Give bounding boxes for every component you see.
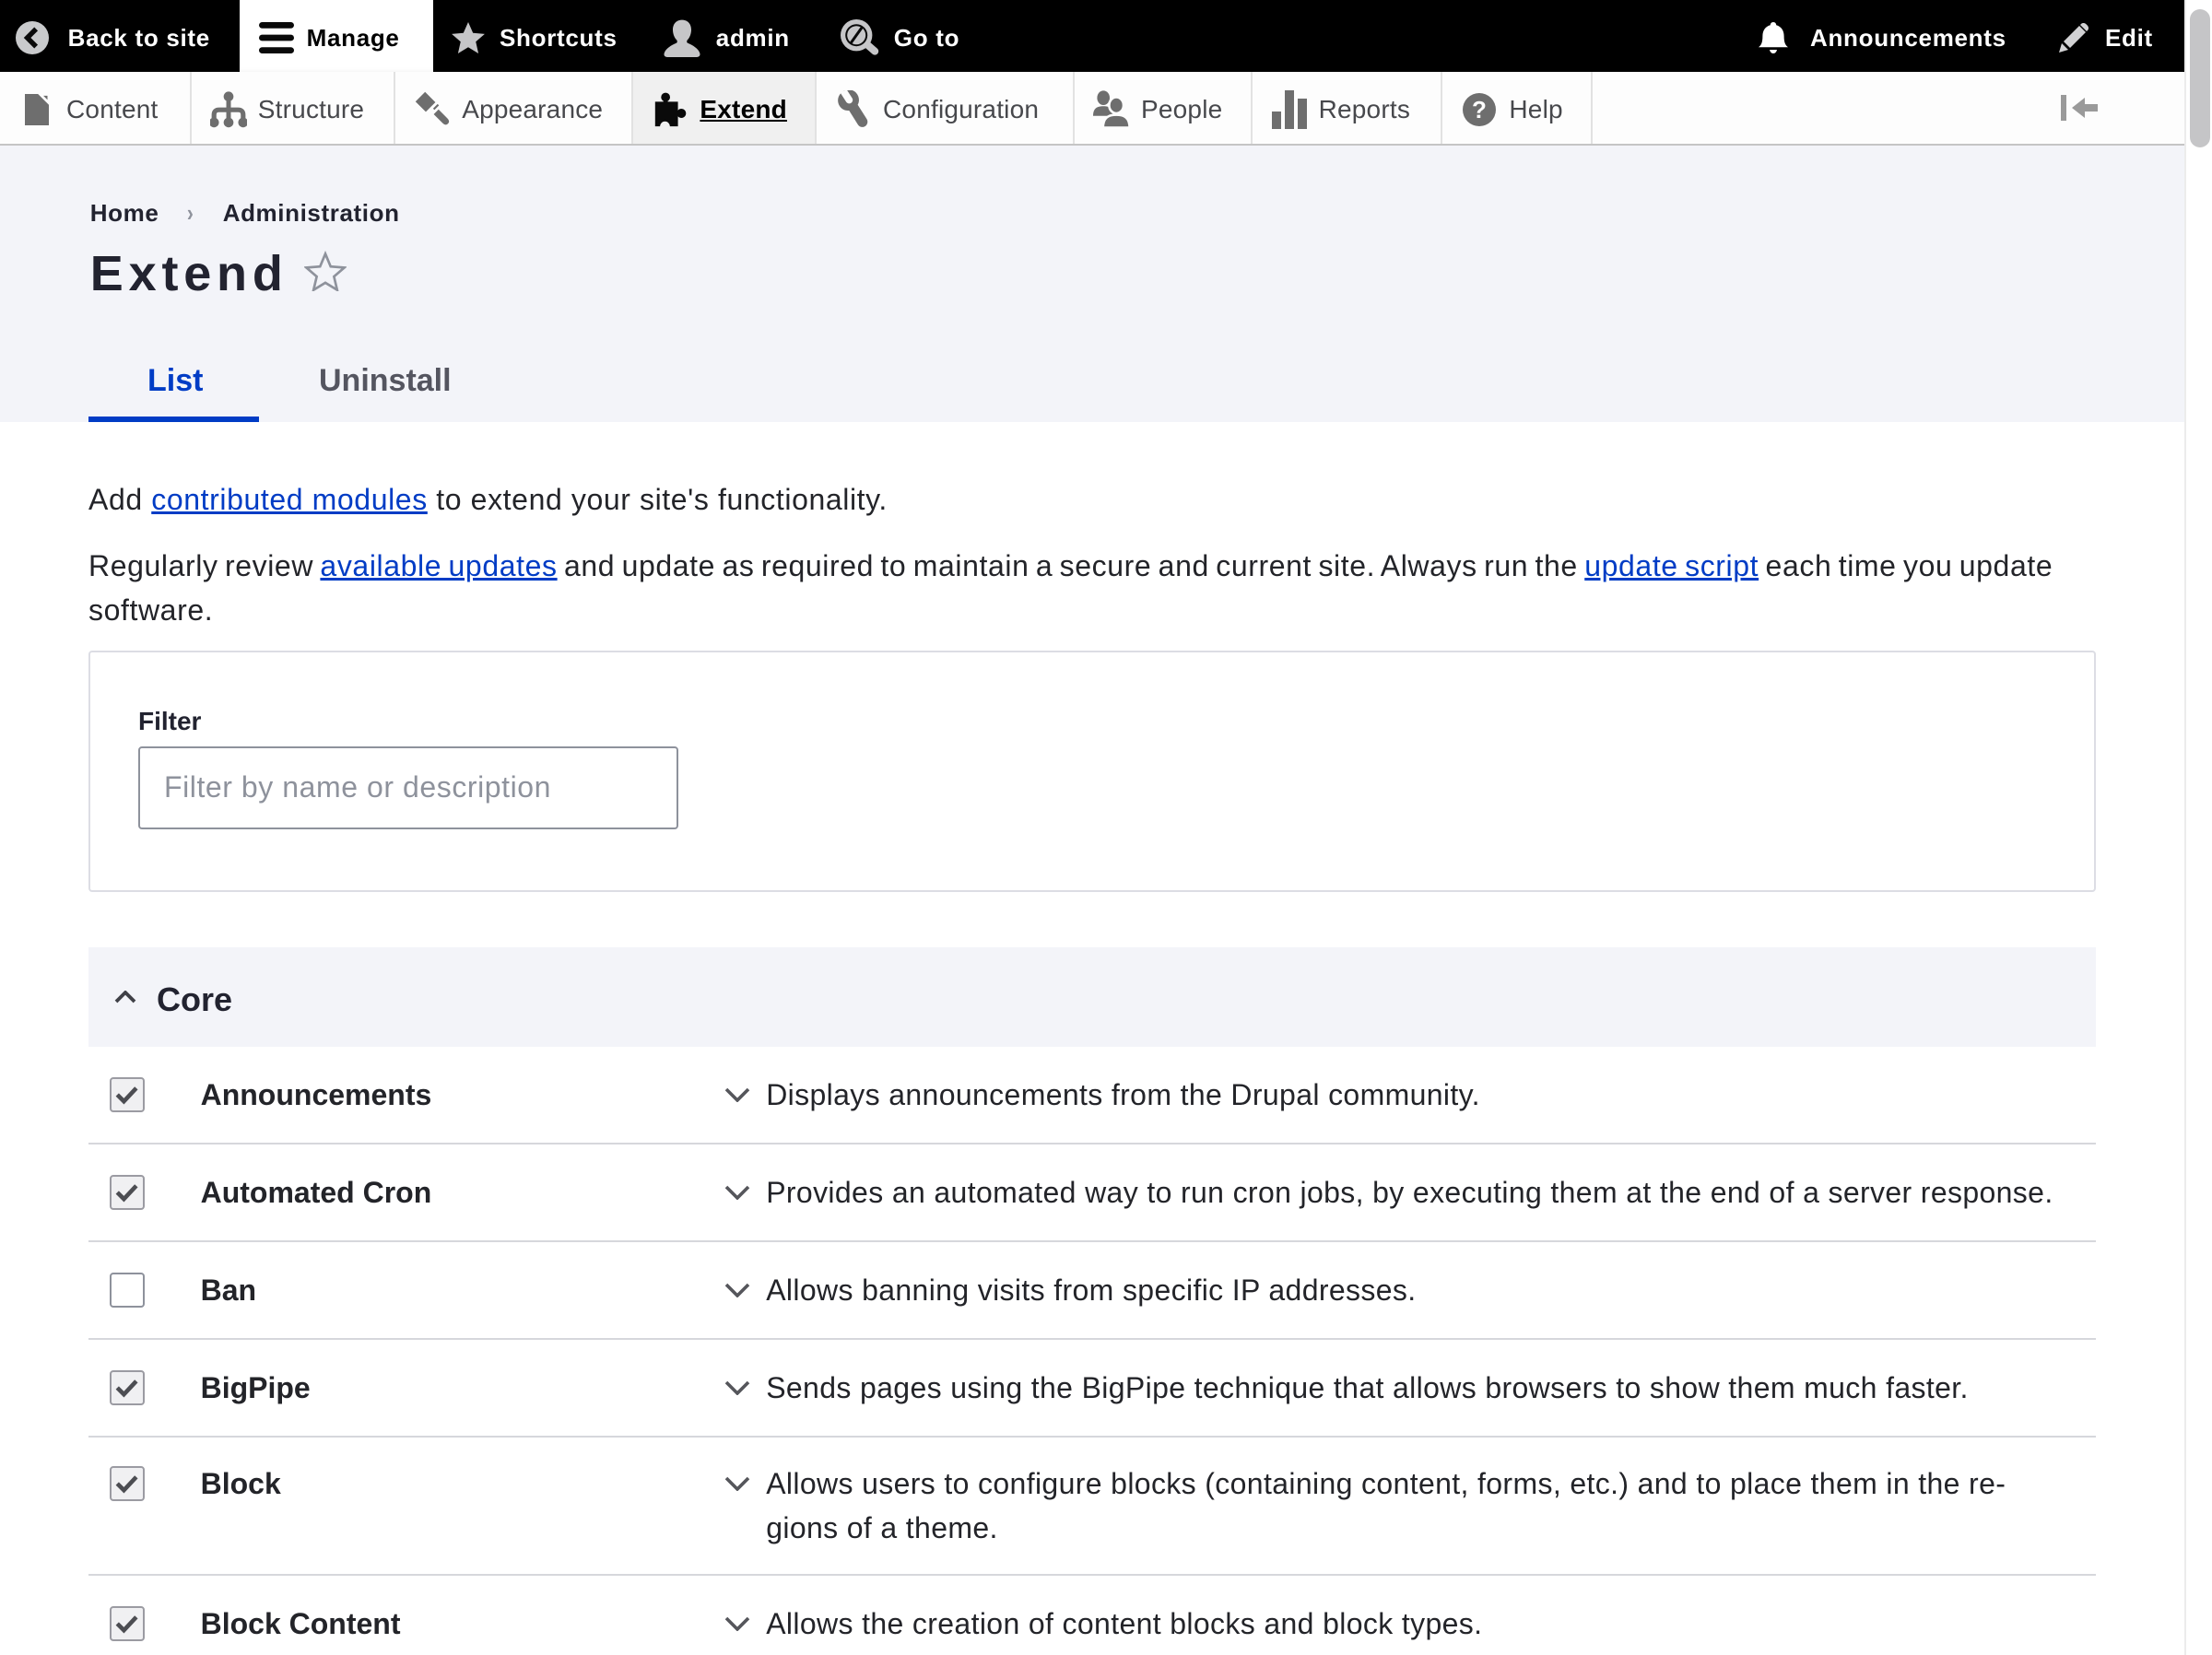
svg-text:?: ? xyxy=(1472,96,1487,123)
